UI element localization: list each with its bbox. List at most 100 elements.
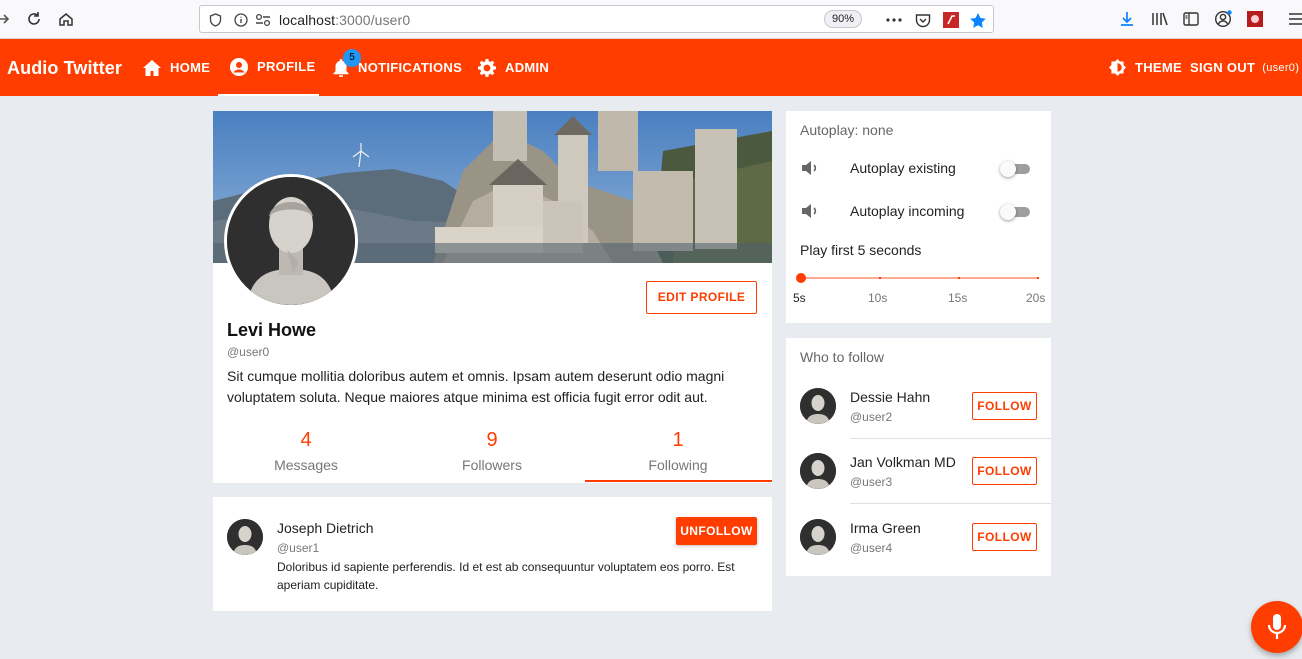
who-to-follow-title: Who to follow <box>800 349 885 365</box>
nav-notifications-label: NOTIFICATIONS <box>358 60 463 75</box>
url-bar[interactable]: localhost:3000/user0 90% <box>199 5 994 33</box>
who-to-follow-card: Who to follow Dessie Hahn @user2 FOLLOW … <box>786 338 1051 576</box>
home-icon[interactable] <box>56 9 76 29</box>
autoplay-existing-toggle[interactable] <box>1000 159 1036 179</box>
stat-followers-value: 9 <box>486 429 498 451</box>
bookmark-star-icon[interactable] <box>969 11 987 29</box>
brand-title[interactable]: Audio Twitter <box>7 58 122 79</box>
slider-mark-15s: 15s <box>948 291 968 305</box>
slider-mark-10s: 10s <box>868 291 888 305</box>
zoom-indicator[interactable]: 90% <box>824 10 862 28</box>
suggested-user-handle: @user4 <box>850 541 893 555</box>
user-avatar[interactable] <box>800 519 836 555</box>
stat-following-value: 1 <box>672 429 684 451</box>
theme-label: THEME <box>1135 60 1182 75</box>
profile-name: Levi Howe <box>227 320 317 340</box>
following-user-handle: @user1 <box>277 541 320 555</box>
signout-label: SIGN OUT <box>1190 60 1256 75</box>
theme-button[interactable]: THEME <box>1109 39 1182 96</box>
notifications-badge: 5 <box>343 49 361 67</box>
stat-following-label: Following <box>648 457 708 473</box>
forward-icon[interactable] <box>0 9 14 29</box>
menu-icon[interactable] <box>1286 9 1302 29</box>
divider <box>850 503 1051 504</box>
permissions-icon[interactable] <box>254 11 272 29</box>
play-duration-slider[interactable] <box>796 271 1046 285</box>
reload-icon[interactable] <box>24 9 44 29</box>
nav-admin[interactable]: ADMIN <box>478 39 549 96</box>
nav-profile-label: PROFILE <box>257 59 316 74</box>
stat-followers-label: Followers <box>462 457 522 473</box>
download-icon[interactable] <box>1117 9 1137 29</box>
nav-home[interactable]: HOME <box>143 39 210 96</box>
url-text: localhost:3000/user0 <box>279 12 410 28</box>
user-avatar[interactable] <box>800 388 836 424</box>
profile-handle: @user0 <box>227 345 270 359</box>
follow-button[interactable]: FOLLOW <box>972 523 1037 551</box>
stat-followers[interactable]: 9 Followers <box>399 429 585 473</box>
volume-icon <box>802 161 817 175</box>
play-first-label: Play first 5 seconds <box>800 242 922 258</box>
following-user-message: Doloribus id sapiente perferendis. Id et… <box>277 560 735 592</box>
url-path: :3000/user0 <box>335 12 411 28</box>
signout-button[interactable]: SIGN OUT (user0) <box>1190 39 1299 96</box>
autoplay-incoming-label: Autoplay incoming <box>850 203 965 219</box>
follow-button[interactable]: FOLLOW <box>972 392 1037 420</box>
sidebar-icon[interactable] <box>1181 9 1201 29</box>
pocket-icon[interactable] <box>914 11 932 29</box>
nav-home-label: HOME <box>170 60 211 75</box>
signout-username: (user0) <box>1262 61 1300 74</box>
autoplay-incoming-toggle[interactable] <box>1000 202 1036 222</box>
profile-card: EDIT PROFILE Levi Howe @user0 Sit cumque… <box>213 111 772 483</box>
account-circle-icon <box>230 57 248 76</box>
nav-profile[interactable]: PROFILE <box>218 39 319 96</box>
browser-toolbar: localhost:3000/user0 90% <box>0 0 1302 39</box>
more-icon[interactable] <box>885 11 903 29</box>
stat-following[interactable]: 1 Following <box>585 429 771 473</box>
account-icon[interactable] <box>1213 9 1233 29</box>
shield-icon[interactable] <box>206 11 224 29</box>
slider-thumb[interactable] <box>796 273 806 283</box>
record-audio-button[interactable] <box>1251 601 1302 653</box>
volume-icon <box>802 204 817 218</box>
slider-rail <box>800 277 1039 279</box>
suggested-user-handle: @user3 <box>850 475 893 489</box>
user-avatar[interactable] <box>227 519 263 555</box>
suggested-user-name[interactable]: Dessie Hahn <box>850 389 930 405</box>
profile-avatar <box>224 174 358 308</box>
unfollow-button[interactable]: UNFOLLOW <box>676 517 757 545</box>
autoplay-card: Autoplay: none Autoplay existing Autopla… <box>786 111 1051 323</box>
library-icon[interactable] <box>1150 9 1170 29</box>
slider-tick <box>958 277 960 279</box>
app-bar: Audio Twitter HOME PROFILE NOTIFICATIONS… <box>0 39 1302 96</box>
autoplay-existing-label: Autoplay existing <box>850 160 956 176</box>
edit-profile-button[interactable]: EDIT PROFILE <box>646 281 757 314</box>
nav-admin-label: ADMIN <box>505 60 550 75</box>
slider-mark-20s: 20s <box>1026 291 1046 305</box>
toggle-thumb <box>1000 204 1016 220</box>
divider <box>850 438 1051 439</box>
nav-notifications[interactable]: NOTIFICATIONS <box>333 39 462 96</box>
brightness-icon <box>1109 59 1126 76</box>
suggested-user-name[interactable]: Jan Volkman MD <box>850 454 956 470</box>
profile-bio: Sit cumque mollitia doloribus autem et o… <box>227 368 725 405</box>
autoplay-title: Autoplay: none <box>800 122 894 138</box>
selected-tab-indicator <box>585 480 772 482</box>
following-list-card: Joseph Dietrich @user1 Doloribus id sapi… <box>213 497 772 611</box>
toggle-thumb <box>1000 161 1016 177</box>
home-icon <box>143 59 161 76</box>
extension-icon[interactable] <box>942 11 960 29</box>
microphone-icon <box>1268 614 1286 639</box>
suggested-user-name[interactable]: Irma Green <box>850 520 921 536</box>
stat-messages[interactable]: 4 Messages <box>213 429 399 473</box>
addon-icon[interactable] <box>1245 9 1265 29</box>
gear-icon <box>478 58 496 77</box>
following-user-name[interactable]: Joseph Dietrich <box>277 520 374 536</box>
slider-mark-5s: 5s <box>793 291 806 305</box>
user-avatar[interactable] <box>800 453 836 489</box>
suggested-user-handle: @user2 <box>850 410 893 424</box>
info-icon[interactable] <box>232 11 250 29</box>
follow-button[interactable]: FOLLOW <box>972 457 1037 485</box>
url-host: localhost <box>279 12 336 28</box>
slider-tick <box>879 277 881 279</box>
